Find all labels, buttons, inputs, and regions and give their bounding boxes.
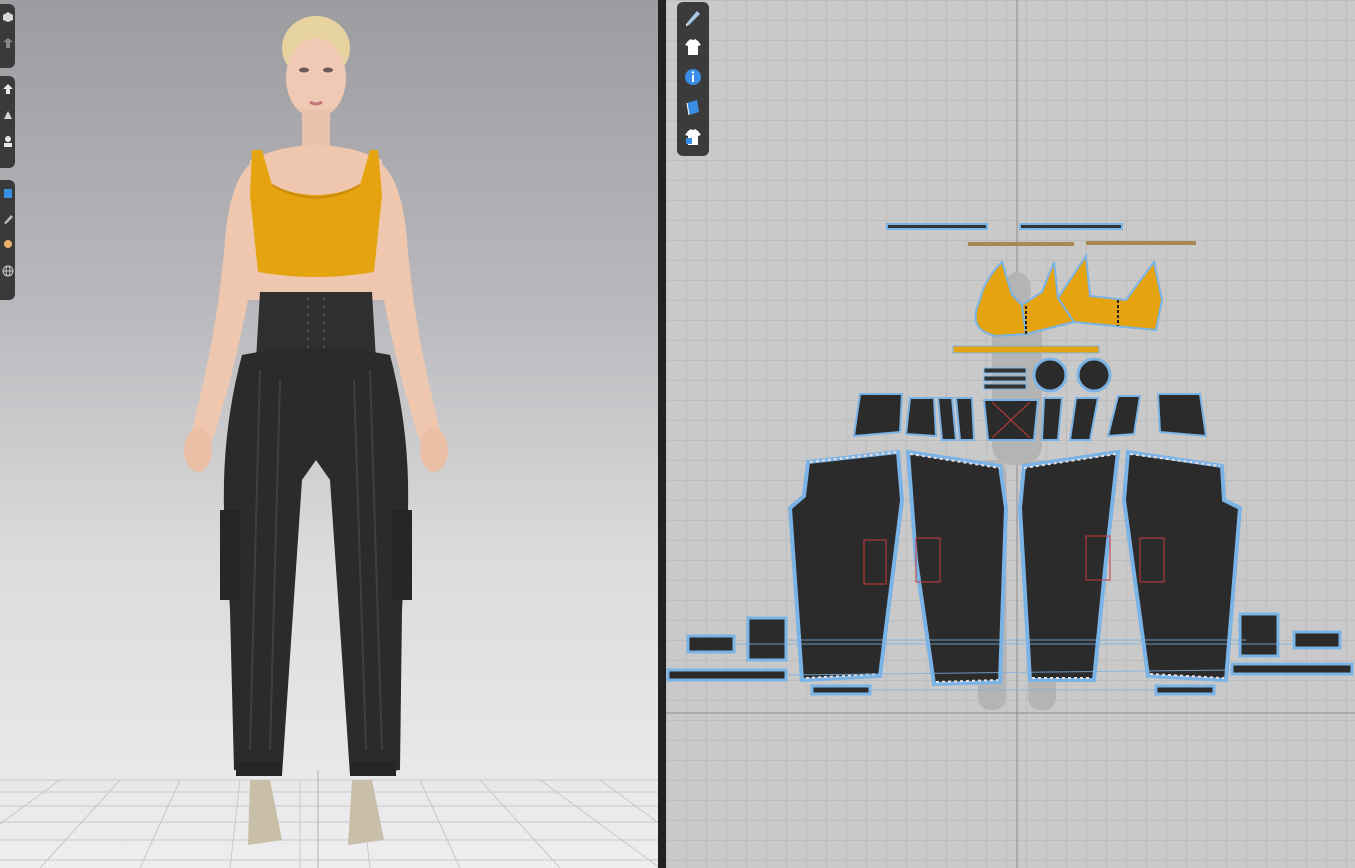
avatar-model[interactable] bbox=[170, 10, 470, 850]
crop-top-pieces bbox=[952, 253, 1164, 354]
book-icon[interactable] bbox=[677, 92, 709, 122]
arrow-up-icon[interactable] bbox=[0, 76, 15, 102]
pattern-toolbar bbox=[677, 2, 709, 156]
right-shoe bbox=[348, 780, 384, 845]
toolbar-group-2 bbox=[0, 76, 15, 168]
toolbar-group-1 bbox=[0, 4, 15, 68]
pattern-canvas[interactable] bbox=[666, 0, 1355, 868]
avatar-head bbox=[286, 38, 346, 118]
tshirt-lock-icon[interactable] bbox=[677, 122, 709, 152]
globe-icon[interactable] bbox=[0, 258, 15, 284]
box-icon[interactable] bbox=[0, 4, 15, 30]
pocket-markings bbox=[863, 535, 1165, 585]
waistband-panels bbox=[852, 393, 1208, 441]
cargo-pocket-right bbox=[392, 510, 412, 600]
texture-brush-icon[interactable] bbox=[0, 180, 15, 206]
pant-panels bbox=[787, 449, 1243, 687]
info-icon[interactable] bbox=[677, 62, 709, 92]
garment-fold-icon[interactable] bbox=[0, 30, 15, 56]
pen-icon[interactable] bbox=[677, 2, 709, 32]
strap-pieces bbox=[886, 223, 1196, 246]
avatar-head-icon[interactable] bbox=[0, 232, 15, 258]
left-shoe bbox=[248, 780, 282, 845]
2d-pattern-viewport[interactable] bbox=[666, 0, 1355, 868]
cargo-pocket-left bbox=[220, 510, 240, 600]
fitting-icon[interactable] bbox=[0, 102, 15, 128]
avatar-pose-icon[interactable] bbox=[0, 128, 15, 154]
pocket-pieces bbox=[666, 612, 1354, 696]
viewport-divider[interactable] bbox=[658, 0, 666, 868]
tshirt-icon[interactable] bbox=[677, 32, 709, 62]
toolbar-group-3 bbox=[0, 180, 15, 300]
3d-viewport[interactable] bbox=[0, 0, 658, 868]
pencil-icon[interactable] bbox=[0, 206, 15, 232]
